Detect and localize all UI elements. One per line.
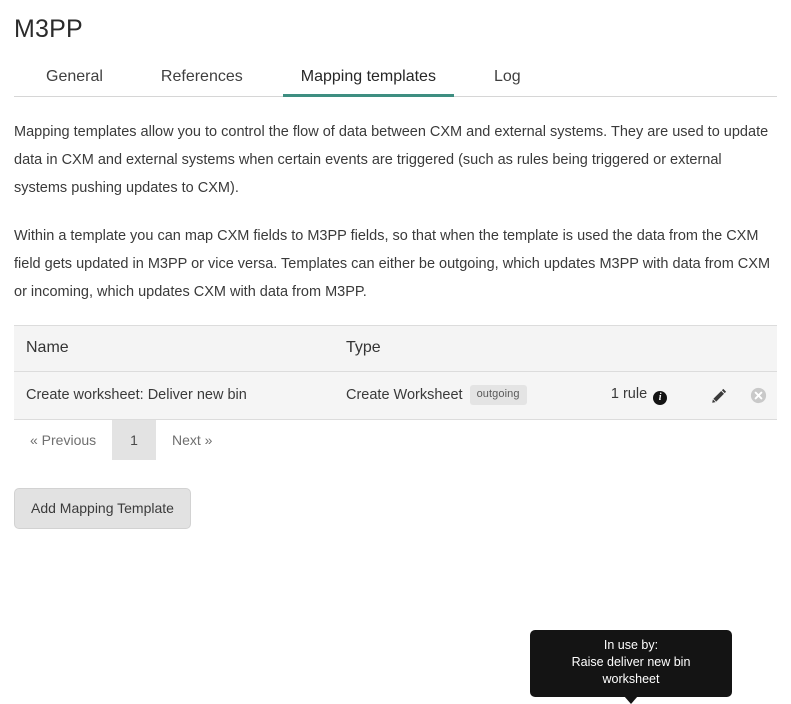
tooltip-line-3: worksheet xyxy=(602,672,660,686)
template-type-label: Create Worksheet xyxy=(346,387,463,403)
pencil-icon[interactable] xyxy=(711,387,728,404)
intro-text: Mapping templates allow you to control t… xyxy=(14,97,777,306)
pagination: « Previous 1 Next » xyxy=(14,420,777,460)
in-use-by-tooltip: In use by: Raise deliver new bin workshe… xyxy=(530,630,732,704)
page-title: M3PP xyxy=(14,15,83,43)
tab-bar: General References Mapping templates Log xyxy=(14,60,777,97)
remove-circle-icon[interactable] xyxy=(750,387,767,404)
mapping-templates-table-wrapper: Name Type Create worksheet: Deliver new … xyxy=(14,325,777,704)
tab-mapping-templates[interactable]: Mapping templates xyxy=(282,68,455,97)
add-mapping-template-button[interactable]: Add Mapping Template xyxy=(14,488,191,529)
cell-template-name: Create worksheet: Deliver new bin xyxy=(14,371,334,420)
tooltip-arrow-icon xyxy=(624,696,638,704)
info-icon[interactable]: i xyxy=(653,390,668,405)
mapping-templates-table: Name Type Create worksheet: Deliver new … xyxy=(14,325,777,420)
pagination-page-1[interactable]: 1 xyxy=(112,420,156,460)
pagination-previous[interactable]: « Previous xyxy=(14,420,112,460)
pagination-next[interactable]: Next » xyxy=(156,420,228,460)
cell-template-type: Create Worksheet outgoing xyxy=(334,371,579,420)
tab-log[interactable]: Log xyxy=(476,68,539,96)
cell-row-actions xyxy=(699,371,777,420)
column-header-name: Name xyxy=(14,325,334,372)
table-head: Name Type xyxy=(14,325,777,372)
table-header-row: Name Type xyxy=(14,325,777,372)
table-row[interactable]: Create worksheet: Deliver new bin Create… xyxy=(14,371,777,420)
tooltip-line-2: Raise deliver new bin xyxy=(571,655,691,669)
page-root: M3PP General References Mapping template… xyxy=(0,0,791,704)
direction-badge: outgoing xyxy=(469,385,527,405)
tab-references[interactable]: References xyxy=(143,68,261,96)
rule-count-label: 1 rule xyxy=(610,385,648,402)
table-body: Create worksheet: Deliver new bin Create… xyxy=(14,371,777,420)
cell-rule-count: 1 rule i xyxy=(579,371,699,420)
column-header-actions xyxy=(699,325,777,372)
column-header-type: Type xyxy=(334,325,579,372)
intro-paragraph-2: Within a template you can map CXM fields… xyxy=(14,228,771,300)
tooltip-line-1: In use by: xyxy=(603,638,659,652)
column-header-rules xyxy=(579,325,699,372)
intro-paragraph-1: Mapping templates allow you to control t… xyxy=(14,124,769,196)
tab-general[interactable]: General xyxy=(28,68,121,96)
